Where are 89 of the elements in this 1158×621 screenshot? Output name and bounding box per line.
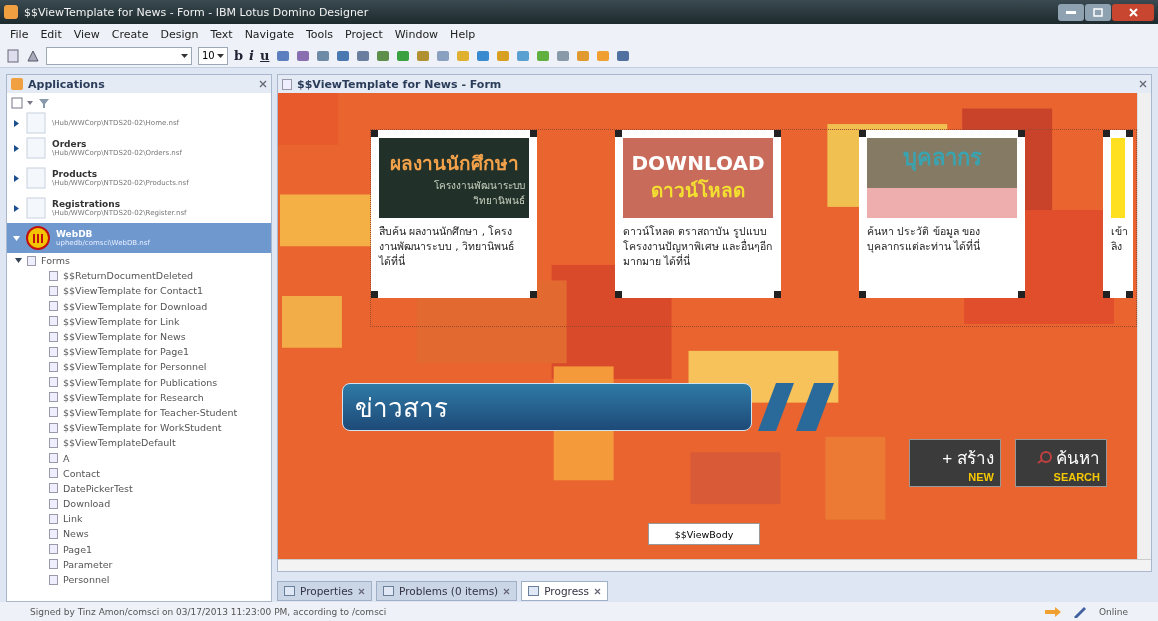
menu-item[interactable]: Edit [40,27,62,41]
menu-item[interactable]: Design [160,27,199,41]
tree-item[interactable]: $$ViewTemplate for Link [7,313,271,329]
card-description: สืบค้น ผลงานนักศึกษา , โครงงานพัฒนาระบบ , วิทยานิพนธ์ ได้ที่นี่ [379,224,515,270]
link-card[interactable]: เข้า ลิง [1103,130,1133,298]
card-description: เข้า ลิง [1111,224,1125,255]
card-subheading: โครงงานพัฒนาระบบ [433,179,525,193]
menu-item[interactable]: Text [210,27,233,41]
link-card[interactable]: ผลงานนักศึกษา โครงงานพัฒนาระบบ วิทยานิพนธ์ สืบค้น ผลงานนักศึกษา , โครงงานพัฒนาระบบ , วิทยานิพนธ์ ได้ที่นี่ [371,130,537,298]
tree-item[interactable]: Page1 [7,541,271,557]
tree-label: DatePickerTest [63,482,133,494]
tree-label: $$ViewTemplate for Link [63,315,180,327]
card-heading: ผลงานนักศึกษา [388,151,520,176]
new-button[interactable]: + สร้าง NEW [909,439,1001,487]
tree-label: Parameter [63,558,113,570]
application-name: WebDB [56,229,94,239]
banner-title: ข่าวสาร [355,391,448,425]
card-heading: DOWNLOAD [630,151,766,175]
menu-item[interactable]: Navigate [244,27,294,41]
menu-item[interactable]: Project [345,27,383,41]
application-name: Products [52,169,99,179]
tree-label: $$ViewTemplate for Page1 [63,346,190,358]
tree-label: $$ViewTemplate for News [63,331,186,343]
search-button[interactable]: ค้นหา SEARCH [1015,439,1107,487]
panel-title: Applications [28,77,105,91]
tree-label: $$ViewTemplateDefault [63,437,176,449]
tree-item[interactable]: $$ViewTemplate for Personnel [7,359,271,375]
tree-label: Contact [63,467,100,479]
application-name: Orders [52,139,88,149]
tree-label: $$ViewTemplate for Contact1 [63,285,204,297]
card-subheading: วิทยานิพนธ์ [472,194,525,208]
menu-item[interactable]: File [10,27,29,41]
menu-item[interactable]: Create [111,27,149,41]
italic-button[interactable]: i [249,48,255,63]
card-subheading: ดาวน์โหลด [650,178,746,203]
tree-label: Download [63,498,111,510]
tree-label: $$ViewTemplate for WorkStudent [63,422,222,434]
tree-item[interactable]: Download [7,496,271,512]
menu-item[interactable]: Window [394,27,439,41]
tree-label: News [63,528,89,540]
card-heading: บุคลากร [902,144,982,173]
tree-label: Page1 [63,543,93,555]
menu-item[interactable]: Help [450,27,476,41]
tree-item[interactable]: $$ViewTemplate for Page1 [7,344,271,360]
tree-item[interactable]: Contact [7,465,271,481]
tree-label: Personnel [63,574,110,586]
tree-label: Forms [41,255,70,267]
tree-item[interactable]: $$ViewTemplate for News [7,328,271,345]
tree-item[interactable]: Forms [7,253,271,269]
online-status[interactable]: Online [1098,606,1128,617]
tree-label: $$ViewTemplate for Personnel [63,361,207,373]
tree-label: $$ReturnDocumentDeleted [63,270,194,282]
panel-tab[interactable]: Problems (0 items) [376,581,518,601]
tree-item[interactable]: $$ViewTemplateDefault [7,435,271,451]
tree-item[interactable]: $$ViewTemplate for Contact1 [7,283,271,299]
panel-tab[interactable]: Properties [277,581,373,601]
tree-item[interactable]: DatePickerTest [7,480,271,496]
bold-button[interactable]: b [234,48,244,63]
tree-item[interactable]: Parameter [7,556,271,572]
tree-label: $$ViewTemplate for Publications [63,376,218,388]
tree-item[interactable]: Personnel [7,571,271,588]
tree-item[interactable]: News [7,526,271,542]
tree-label: $$ViewTemplate for Research [63,391,204,403]
menu-item[interactable]: Tools [306,27,334,41]
link-card[interactable]: บุคลากร ค้นหา ประวัติ ข้อมูล ของ บุคลากรแต่ละท่าน ได้ที่นี่ [859,130,1025,298]
view-body-field[interactable]: $$ViewBody [648,523,760,545]
tree-item[interactable]: $$ViewTemplate for Download [7,298,271,314]
card-description: ค้นหา ประวัติ ข้อมูล ของ บุคลากรแต่ละท่าน ได้ที่นี่ [867,224,982,255]
tree-item[interactable]: $$ViewTemplate for Teacher-Student [7,404,271,421]
editor-title: $$ViewTemplate for News - Form [297,77,502,91]
menu-item[interactable]: View [73,27,100,41]
underline-button[interactable]: u [260,48,270,63]
panel-tab[interactable]: Progress [521,581,609,601]
tree-item[interactable]: $$ViewTemplate for WorkStudent [7,420,271,436]
tree-item[interactable]: $$ReturnDocumentDeleted [7,268,271,284]
tree-label: A [63,452,70,464]
window-title: $$ViewTemplate for News - Form - IBM Lotus Domino Designer [24,5,369,19]
status-text: Signed by Tinz Amon/comsci on 03/17/2013 11:23:00 PM, according to /comsci [30,606,387,617]
font-size-dropdown[interactable]: 10 [198,46,228,65]
tree-label: Link [63,513,83,525]
tree-item[interactable]: Link [7,511,271,527]
card-description: ดาวน์โหลด ตราสถาบัน รูปแบบโครงงานปัญหาพิเศษ และอื่นๆอีกมากมาย ได้ที่นี่ [623,224,773,270]
tree-label: $$ViewTemplate for Download [63,300,208,312]
tree-item[interactable]: $$ViewTemplate for Research [7,389,271,405]
tree-item[interactable]: A [7,450,271,466]
link-card[interactable]: DOWNLOAD ดาวน์โหลด ดาวน์โหลด ตราสถาบัน รูปแบบโครงงานปัญหาพิเศษ และอื่นๆอีกมากมาย ได้ที่นี่ [615,130,781,298]
tree-item[interactable]: $$ViewTemplate for Publications [7,374,271,390]
tree-label: $$ViewTemplate for Teacher-Student [63,406,238,418]
application-name: Registrations [52,199,121,209]
